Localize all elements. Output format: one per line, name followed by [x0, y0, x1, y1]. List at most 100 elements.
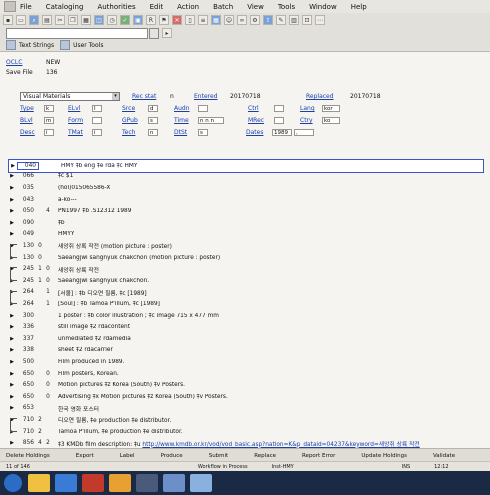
field-tag[interactable]: 300 [16, 313, 36, 319]
command-line-input[interactable] [6, 27, 148, 39]
mrec-field[interactable] [274, 117, 284, 124]
field-tag[interactable]: 264 [16, 301, 36, 307]
update-holdings-button[interactable]: Update Holdings [361, 453, 407, 459]
field-content[interactable]: [서울] : ‡b 디오연 필름, ‡c [1989] [52, 288, 482, 297]
lock-icon[interactable]: ⊡ [302, 15, 312, 25]
command-dropdown[interactable] [149, 27, 159, 39]
field-row[interactable]: ▶ 066 ‡c $1 [8, 171, 482, 183]
field-tag[interactable]: 337 [16, 336, 36, 342]
field-content[interactable]: Tamoa P'illŭm, ‡e production ‡e distribu… [52, 429, 482, 435]
field-row[interactable]: ▶ 130 0 Saeangjwi sangnyuk chakchŏn (motion… [8, 252, 482, 264]
source-label[interactable]: OCLC [6, 58, 46, 68]
field-tag[interactable]: 245 [16, 278, 36, 284]
row-arrow-icon[interactable]: ▶ [8, 394, 16, 400]
tmat-field[interactable]: i [92, 129, 102, 136]
folder-icon[interactable]: ▭ [16, 15, 26, 25]
field-content[interactable]: sheet ‡2 rdacarrier [52, 347, 482, 353]
lang-label[interactable]: Lang [300, 105, 315, 112]
time-field[interactable]: n n n [198, 117, 224, 124]
indicator-1[interactable]: 4 [36, 440, 44, 446]
indicator-2[interactable]: 0 [44, 266, 52, 272]
connexion-icon[interactable] [163, 474, 185, 492]
field-content[interactable]: Motion pictures ‡z Korea (South) ‡v Post… [52, 382, 482, 388]
field-tag[interactable]: 040 [17, 161, 39, 170]
indicator-1[interactable]: 0 [36, 243, 44, 249]
field-content[interactable]: unmediated ‡2 rdamedia [52, 336, 482, 342]
cut-icon[interactable]: ✂ [55, 15, 65, 25]
dtst-label[interactable]: DtSt [174, 129, 187, 136]
srce-field[interactable]: d [148, 105, 158, 112]
ctrl-label[interactable]: Ctrl [248, 105, 259, 112]
copy-icon[interactable]: ❐ [68, 15, 78, 25]
row-arrow-icon[interactable]: ▶ [8, 220, 16, 226]
label-button[interactable]: Label [120, 453, 135, 459]
field-content[interactable]: PN1997 ‡b .S12312 1989 [52, 208, 482, 214]
validate-icon[interactable]: ✓ [120, 15, 130, 25]
field-content[interactable]: Film produced in 1989. [52, 359, 482, 365]
browser-icon[interactable] [55, 474, 77, 492]
indicator-2[interactable]: 2 [44, 440, 52, 446]
menu-action[interactable]: Action [177, 3, 199, 11]
field-tag[interactable]: 710 [16, 429, 36, 435]
export-button[interactable]: Export [76, 453, 94, 459]
field-content[interactable]: ‡3 KMDb film description: ‡u http://www.… [52, 439, 482, 448]
field-row[interactable]: ▶ 245 1 0 Saeangjwi sangnyuk chakchŏn. [8, 275, 482, 287]
field-row[interactable]: ▶ 336 still image ‡2 rdacontent [8, 321, 482, 333]
mrec-label[interactable]: MRec [248, 117, 264, 124]
field-content[interactable]: Advertising ‡x Motion pictures ‡z Korea … [52, 394, 482, 400]
browse-icon[interactable]: ◫ [94, 15, 104, 25]
audn-label[interactable]: Audn [174, 105, 190, 112]
menu-help[interactable]: Help [351, 3, 367, 11]
oclc-taskbar-icon[interactable] [190, 474, 212, 492]
ctrl-field[interactable] [274, 105, 284, 112]
field-tag[interactable]: 338 [16, 347, 36, 353]
row-arrow-icon[interactable]: ▶ [8, 382, 16, 388]
field-content[interactable]: 새앙쥐 상록 작전 (motion picture : poster) [52, 241, 482, 250]
field-tag[interactable]: 130 [16, 243, 36, 249]
go-icon[interactable]: ▸ [162, 28, 172, 38]
desc-label[interactable]: Desc [20, 129, 35, 136]
field-content[interactable]: a-ko--- [52, 197, 482, 203]
field-tag[interactable]: 500 [16, 359, 36, 365]
field-content[interactable]: HMYY [52, 231, 482, 237]
indicator-2[interactable]: 1 [44, 301, 52, 307]
delete-holdings-button[interactable]: Delete Holdings [6, 453, 50, 459]
field-row[interactable]: ▶ 035 (hol)015065586-X [8, 182, 482, 194]
export-icon[interactable]: ⇪ [263, 15, 273, 25]
field-tag[interactable]: 264 [16, 289, 36, 295]
indicator-1[interactable]: 1 [36, 278, 44, 284]
field-row[interactable]: ▶ 650 0 Film posters, Korean. [8, 368, 482, 380]
row-arrow-icon[interactable]: ▶ [8, 197, 16, 203]
field-row[interactable]: ▶ 650 0 Motion pictures ‡z Korea (South) ‡v… [8, 379, 482, 391]
srce-label[interactable]: Srce [122, 105, 135, 112]
field-tag[interactable]: 043 [16, 197, 36, 203]
row-arrow-icon[interactable]: ▶ [8, 336, 16, 342]
field-content[interactable]: Saeangjwi sangnyuk chakchŏn (motion pict… [52, 255, 482, 261]
blvl-label[interactable]: BLvl [20, 117, 33, 124]
produce-button[interactable]: Produce [161, 453, 183, 459]
field-tag[interactable]: 049 [16, 231, 36, 237]
type-label[interactable]: Type [20, 105, 34, 112]
field-tag[interactable]: 650 [16, 371, 36, 377]
blvl-field[interactable]: m [44, 117, 54, 124]
indicator-2[interactable]: 0 [44, 278, 52, 284]
report-error-button[interactable]: Report Error [302, 453, 335, 459]
field-row[interactable]: ▶ 130 0 새앙쥐 상록 작전 (motion picture : poster) [8, 240, 482, 252]
field-row[interactable]: ▶ 710 2 디오연 필름, ‡e production ‡e distributo… [8, 414, 482, 426]
field-row[interactable]: ▶ 090 ‡b [8, 217, 482, 229]
menu-view[interactable]: View [247, 3, 264, 11]
row-arrow-icon[interactable]: ▶ [8, 173, 16, 179]
chevron-down-icon[interactable]: ▾ [112, 93, 119, 100]
app-gray-icon[interactable] [136, 474, 158, 492]
workflow-icon[interactable]: ⚙ [250, 15, 260, 25]
dtst-field[interactable]: s [198, 129, 208, 136]
text-strings-button[interactable]: Text Strings [6, 40, 54, 50]
indicator-1[interactable]: 0 [36, 255, 44, 261]
field-content[interactable]: 1 poster : ‡b color illustration ; ‡c im… [52, 313, 482, 319]
field-content[interactable]: Saeangjwi sangnyuk chakchŏn. [52, 278, 482, 284]
menu-cataloging[interactable]: Cataloging [46, 3, 84, 11]
format-select[interactable]: Visual Materials ▾ [20, 92, 120, 101]
row-arrow-icon[interactable]: ▶ [8, 324, 16, 330]
field-row[interactable]: ▶ 264 1 [Sŏul] : ‡b Tamoa P'illŭm, ‡c [1989… [8, 298, 482, 310]
field-tag[interactable]: 050 [16, 208, 36, 214]
